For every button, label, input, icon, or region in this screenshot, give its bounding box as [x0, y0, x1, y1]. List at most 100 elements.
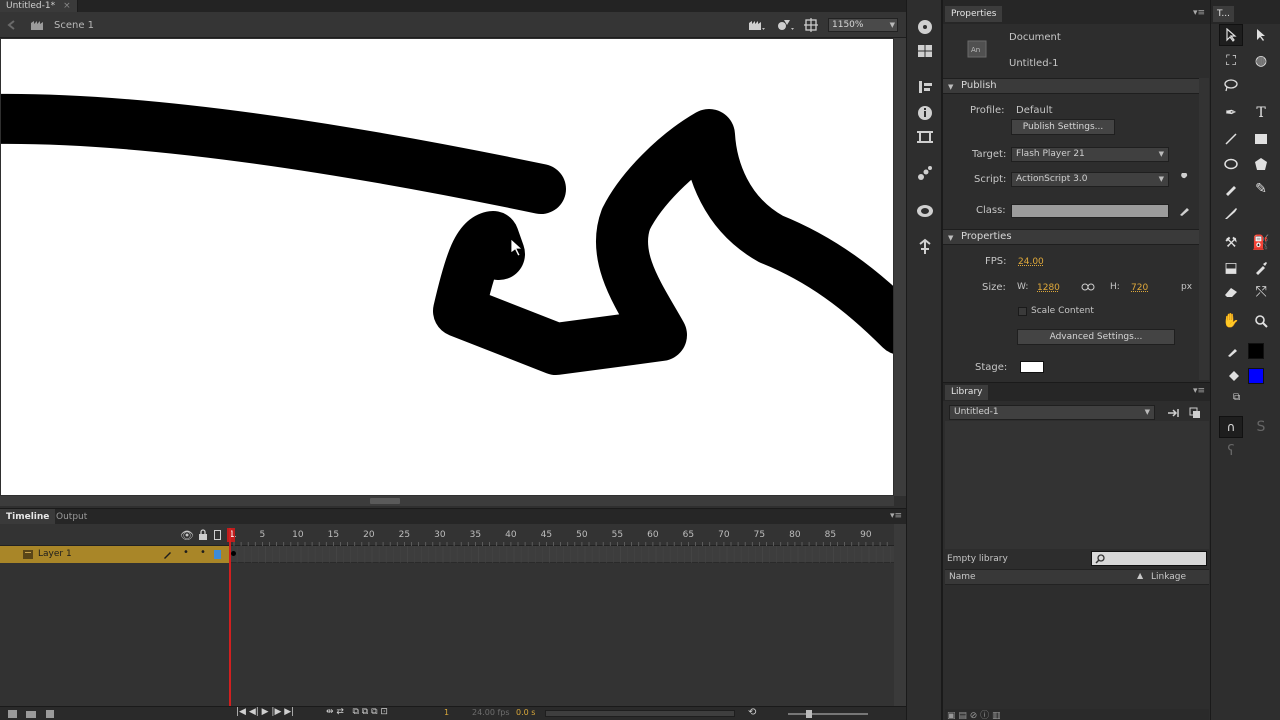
- eyedropper-tool[interactable]: [1249, 257, 1273, 279]
- lock-dot[interactable]: •: [200, 547, 206, 558]
- tab-timeline[interactable]: Timeline: [0, 509, 56, 525]
- smooth-button[interactable]: S: [1249, 416, 1273, 438]
- panel-menu-icon[interactable]: ▾≡: [890, 511, 902, 521]
- new-library-panel-icon[interactable]: [1189, 407, 1201, 419]
- tab-tools[interactable]: T...: [1213, 6, 1235, 22]
- library-document-select[interactable]: Untitled-1 ▼: [949, 405, 1155, 420]
- outline-icon[interactable]: [214, 530, 221, 540]
- 3d-rotation-tool[interactable]: ◍: [1249, 50, 1273, 72]
- scrollbar-thumb[interactable]: [370, 498, 400, 504]
- brush-tool[interactable]: [1219, 202, 1243, 224]
- loop-icon[interactable]: ⟲: [748, 707, 756, 718]
- zoom-tool[interactable]: [1249, 310, 1273, 332]
- fps-value[interactable]: 24.00: [1018, 257, 1044, 267]
- zoom-slider-thumb[interactable]: [806, 710, 812, 718]
- library-buttons[interactable]: ▣ ▤ ⊘ ⓘ ▥: [947, 708, 1001, 720]
- sort-up-icon[interactable]: ▲: [1137, 571, 1143, 580]
- paint-brush-tool[interactable]: ✎: [1249, 178, 1273, 200]
- motion-presets-icon[interactable]: [916, 238, 934, 256]
- hand-tool[interactable]: ✋: [1219, 310, 1243, 332]
- pencil-icon[interactable]: [1179, 205, 1190, 216]
- panel-menu-icon[interactable]: ▾≡: [1193, 8, 1205, 18]
- pen-tool[interactable]: ✒: [1219, 102, 1243, 124]
- frame-ruler[interactable]: 151015202530354045505560657075808590: [230, 524, 894, 546]
- time-readout[interactable]: 0.0 s: [516, 708, 535, 717]
- cc-libraries-icon[interactable]: [916, 202, 934, 220]
- rectangle-tool[interactable]: [1249, 128, 1273, 150]
- oval-tool[interactable]: [1219, 153, 1243, 175]
- scene-label[interactable]: Scene 1: [54, 20, 94, 31]
- stage-vertical-scrollbar[interactable]: [894, 38, 906, 496]
- zoom-slider[interactable]: [788, 713, 868, 715]
- timeline-hscroll[interactable]: [545, 710, 735, 717]
- link-icon[interactable]: [1081, 282, 1095, 292]
- straighten-button[interactable]: ʕ: [1219, 440, 1243, 462]
- back-arrow-icon[interactable]: [6, 20, 16, 30]
- fill-color-swatch[interactable]: [1248, 368, 1264, 384]
- keyframe[interactable]: [231, 551, 236, 556]
- library-search-input[interactable]: [1091, 551, 1207, 566]
- pencil-tool[interactable]: [1219, 178, 1243, 200]
- eraser-tool[interactable]: [1219, 281, 1243, 303]
- stage-canvas[interactable]: [1, 39, 893, 495]
- script-select[interactable]: ActionScript 3.0 ▼: [1011, 172, 1169, 187]
- text-tool[interactable]: T: [1249, 102, 1273, 124]
- current-frame-readout[interactable]: 1: [444, 708, 449, 717]
- transform-icon[interactable]: [916, 128, 934, 146]
- playhead[interactable]: [229, 528, 231, 708]
- layer-row[interactable]: Layer 1 • •: [0, 546, 230, 563]
- onion-skin-icons[interactable]: ⇹ ⇄ ⧉ ⧉ ⧉ ⊡: [326, 707, 388, 717]
- column-name-header[interactable]: Name: [949, 572, 976, 582]
- color-wheel-icon[interactable]: [916, 18, 934, 36]
- zoom-select[interactable]: 1150% ▼: [828, 18, 898, 32]
- tab-properties[interactable]: Properties: [945, 6, 1003, 22]
- stage-horizontal-scrollbar[interactable]: [0, 496, 894, 506]
- properties-scrollbar[interactable]: [1199, 78, 1209, 380]
- align-icon[interactable]: [916, 78, 934, 96]
- tab-library[interactable]: Library: [945, 385, 989, 400]
- info-icon[interactable]: [916, 104, 934, 122]
- frames-row[interactable]: [230, 546, 894, 563]
- lock-icon[interactable]: [198, 529, 208, 541]
- panel-menu-icon[interactable]: ▾≡: [1193, 386, 1205, 396]
- stage-color-swatch[interactable]: [1020, 361, 1044, 373]
- ink-bottle-tool[interactable]: ⬓: [1219, 257, 1243, 279]
- swap-colors-icon[interactable]: ⧉: [1233, 392, 1240, 403]
- eye-icon[interactable]: 👁: [180, 529, 194, 542]
- stroke-color-swatch[interactable]: [1248, 343, 1264, 359]
- bone-tool[interactable]: ⚒: [1219, 232, 1243, 254]
- layer-name[interactable]: Layer 1: [38, 549, 72, 559]
- close-icon[interactable]: ×: [63, 1, 71, 11]
- publish-section-header[interactable]: Publish: [943, 78, 1199, 94]
- publish-settings-button[interactable]: Publish Settings...: [1011, 119, 1115, 135]
- advanced-settings-button[interactable]: Advanced Settings...: [1017, 329, 1175, 345]
- swatches-icon[interactable]: [916, 42, 934, 60]
- line-tool[interactable]: [1219, 128, 1243, 150]
- timeline-vertical-scrollbar[interactable]: [894, 524, 906, 706]
- lasso-tool[interactable]: [1219, 74, 1243, 96]
- class-field[interactable]: [1011, 204, 1169, 218]
- pin-library-icon[interactable]: [1167, 407, 1181, 419]
- selection-tool[interactable]: [1219, 24, 1243, 46]
- scale-content-checkbox[interactable]: [1018, 307, 1027, 316]
- document-tab[interactable]: Untitled-1* ×: [0, 0, 78, 12]
- tab-output[interactable]: Output: [50, 509, 93, 525]
- subselection-tool[interactable]: [1249, 24, 1273, 46]
- target-select[interactable]: Flash Player 21 ▼: [1011, 147, 1169, 162]
- free-transform-tool[interactable]: ⛶: [1219, 50, 1243, 72]
- edit-symbols-icon[interactable]: [776, 17, 796, 33]
- width-tool[interactable]: ⤲: [1249, 281, 1273, 303]
- paint-bucket-tool[interactable]: ⛽: [1249, 232, 1273, 254]
- properties-section-header[interactable]: Properties: [943, 229, 1199, 245]
- height-value[interactable]: 720: [1131, 283, 1148, 293]
- wrench-icon[interactable]: [1178, 173, 1190, 185]
- polystar-tool[interactable]: [1249, 153, 1273, 175]
- code-snippets-icon[interactable]: [916, 164, 934, 182]
- visibility-dot[interactable]: •: [183, 547, 189, 558]
- brush-stroke-drawing[interactable]: [1, 39, 893, 495]
- outline-color-swatch[interactable]: [214, 550, 221, 559]
- width-value[interactable]: 1280: [1037, 283, 1060, 293]
- edit-scene-icon[interactable]: [748, 18, 766, 32]
- center-stage-icon[interactable]: [804, 18, 818, 32]
- snap-to-objects-button[interactable]: ∩: [1219, 416, 1243, 438]
